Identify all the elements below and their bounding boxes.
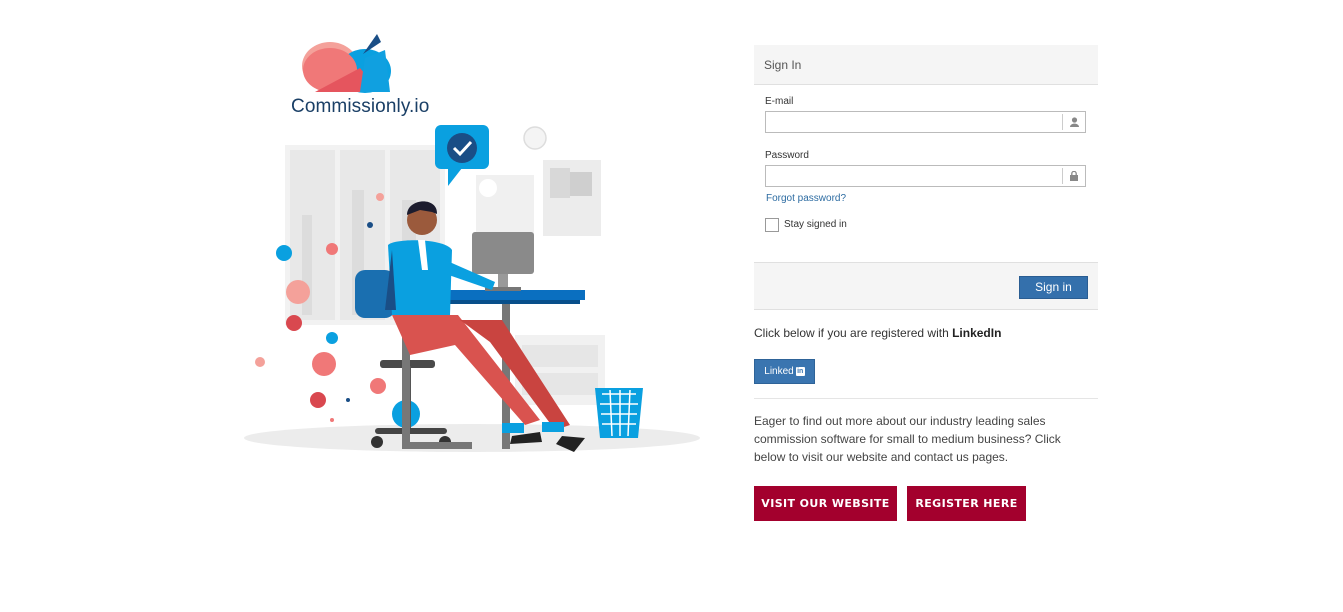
signin-header: Sign In [754, 45, 1098, 85]
visit-website-button[interactable]: VISIT OUR WEBSITE [754, 486, 897, 521]
sign-in-button[interactable]: Sign in [1019, 276, 1088, 299]
password-label: Password [765, 150, 809, 161]
brand-name: Commissionly.io [291, 96, 430, 117]
stay-signed-in-label: Stay signed in [784, 219, 847, 230]
forgot-password-link[interactable]: Forgot password? [766, 193, 846, 204]
signin-panel: Sign In E-mail Password Forgot password?… [754, 45, 1098, 310]
linkedin-button-label: Linked [764, 366, 794, 377]
signin-form: E-mail Password Forgot password? Stay si… [754, 85, 1098, 261]
linkedin-button[interactable]: Linked in [754, 359, 815, 384]
linkedin-prompt-text: Click below if you are registered with [754, 326, 953, 340]
lock-icon [1062, 168, 1085, 184]
password-field-wrap [765, 165, 1086, 187]
divider [754, 398, 1098, 399]
office-illustration [244, 125, 700, 452]
email-field[interactable] [766, 112, 1070, 132]
signin-footer: Sign in [754, 262, 1098, 310]
email-field-wrap [765, 111, 1086, 133]
user-icon [1062, 114, 1085, 130]
password-field[interactable] [766, 166, 1070, 186]
register-button[interactable]: REGISTER HERE [907, 486, 1026, 521]
stay-signed-in-checkbox[interactable] [765, 218, 779, 232]
linkedin-prompt-bold: LinkedIn [952, 326, 1002, 340]
linkedin-icon: in [795, 367, 805, 376]
info-text: Eager to find out more about our industr… [754, 414, 1061, 464]
email-label: E-mail [765, 96, 794, 107]
linkedin-prompt: Click below if you are registered with L… [754, 326, 1001, 340]
